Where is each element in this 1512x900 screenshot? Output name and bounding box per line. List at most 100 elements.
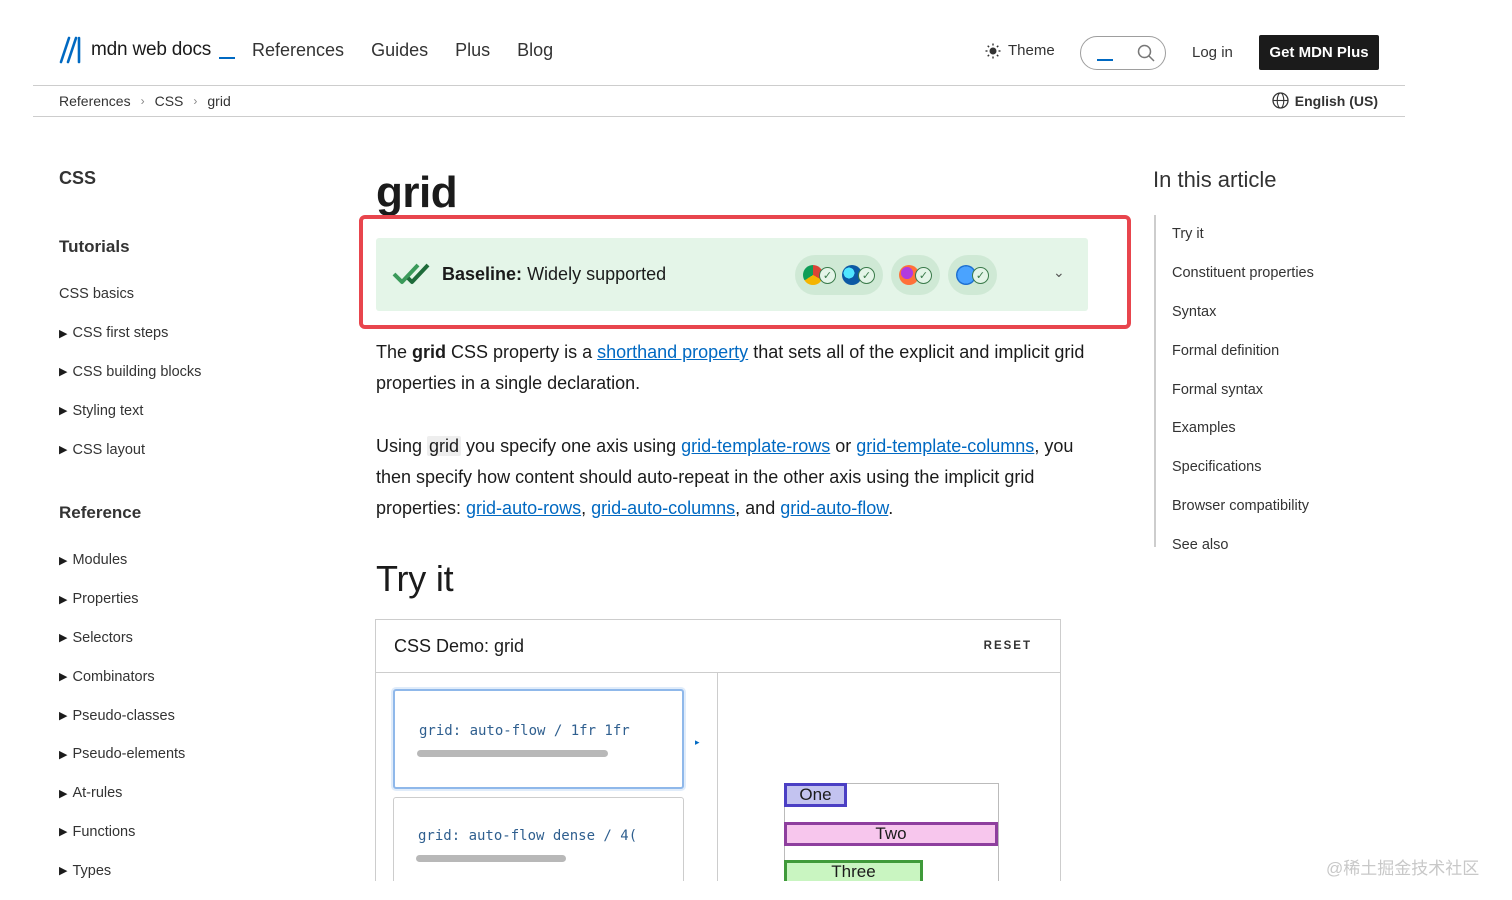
sidebar: CSS Tutorials CSS basics ▶ CSS first step… [59,168,319,890]
highlight-annotation-box [359,215,1131,329]
sidebar-item-functions[interactable]: ▶ Functions [59,813,319,852]
expand-triangle-icon: ▶ [59,787,68,800]
search-caret [1097,59,1113,61]
toc-item[interactable]: Specifications [1172,448,1354,487]
toc-item[interactable]: See also [1172,525,1354,564]
grid-item-two: Two [784,822,998,846]
link-grid-auto-rows[interactable]: grid-auto-rows [466,498,581,518]
mdn-logo[interactable]: mdn web docs [59,36,236,64]
selected-arrow-icon: ▸ [695,737,700,747]
chevron-right-icon: › [193,94,198,108]
sidebar-item-at-rules[interactable]: ▶ At-rules [59,774,319,813]
sidebar-item-combinators[interactable]: ▶ Combinators [59,657,319,696]
expand-triangle-icon: ▶ [59,593,68,606]
sidebar-item-label: Modules [72,552,128,569]
breadcrumb-references[interactable]: References [59,93,131,109]
get-mdn-plus-button[interactable]: Get MDN Plus [1259,35,1379,70]
inline-code: grid [427,436,462,456]
expand-triangle-icon: ▶ [59,405,68,418]
sidebar-item-label: Styling text [72,402,144,419]
expand-triangle-icon: ▶ [59,554,68,567]
toc-item[interactable]: Formal syntax [1172,370,1354,409]
grid-item-three: Three [784,860,923,881]
top-header: mdn web docs References Guides Plus Blog… [33,0,1405,86]
sidebar-item-pseudo-elements[interactable]: ▶ Pseudo-elements [59,735,319,774]
expand-triangle-icon: ▶ [59,671,68,684]
link-grid-template-columns[interactable]: grid-template-columns [856,436,1034,456]
logo-text: mdn web docs [91,39,212,60]
code-snippet: grid: auto-flow / 1fr 1fr [419,723,630,739]
breadcrumb: References › CSS › grid [59,93,231,109]
language-switcher[interactable]: English (US) [1272,92,1378,109]
breadcrumb-bar: References › CSS › grid English (US) [33,86,1405,117]
text: or [830,436,857,456]
expand-triangle-icon: ▶ [59,327,68,340]
sidebar-item-types[interactable]: ▶ Types [59,851,319,890]
sidebar-item-pseudo-classes[interactable]: ▶ Pseudo-classes [59,696,319,735]
toc-item[interactable]: Formal definition [1172,331,1354,370]
nav-references[interactable]: References [252,40,344,61]
expand-triangle-icon: ▶ [59,748,68,761]
sidebar-item-label: Pseudo-elements [72,746,186,763]
search-input[interactable] [1080,36,1166,70]
sidebar-item-label: Combinators [72,668,155,685]
theme-switcher[interactable]: Theme [985,42,1055,59]
intro-paragraph: The grid CSS property is a shorthand pro… [376,337,1086,399]
sidebar-item-css-building-blocks[interactable]: ▶ CSS building blocks [59,353,319,392]
code-snippet: grid: auto-flow dense / 4( [418,828,638,844]
text: The [376,342,413,362]
toc-item[interactable]: Browser compatibility [1172,487,1354,526]
nav-plus[interactable]: Plus [455,40,490,61]
link-grid-template-rows[interactable]: grid-template-rows [681,436,830,456]
sidebar-item-css-basics[interactable]: CSS basics [59,275,319,314]
scrollbar[interactable] [416,855,566,862]
text: CSS property is a [446,342,598,362]
nav-guides[interactable]: Guides [371,40,428,61]
sidebar-item-label: CSS basics [59,286,134,303]
table-of-contents: Try it Constituent properties Syntax For… [1154,215,1354,553]
text: you specify one axis using [461,436,682,456]
sidebar-item-styling-text[interactable]: ▶ Styling text [59,391,319,430]
sidebar-item-properties[interactable]: ▶ Properties [59,580,319,619]
toc-item[interactable]: Try it [1172,215,1354,254]
sidebar-item-css-layout[interactable]: ▶ CSS layout [59,430,319,469]
login-link[interactable]: Log in [1192,44,1233,61]
demo-title: CSS Demo: grid [394,636,525,656]
reset-button[interactable]: RESET [984,640,1032,652]
toc-item[interactable]: Examples [1172,409,1354,448]
link-shorthand-property[interactable]: shorthand property [597,342,748,362]
sidebar-item-label: CSS building blocks [72,363,202,380]
scrollbar[interactable] [417,750,608,757]
sidebar-item-label: CSS first steps [72,325,169,342]
sidebar-title: CSS [59,168,97,188]
language-label: English (US) [1294,92,1378,109]
toc-item[interactable]: Syntax [1172,293,1354,332]
logo-cursor [219,57,236,59]
text: Using [376,436,428,456]
sidebar-item-modules[interactable]: ▶ Modules [59,541,319,580]
expand-triangle-icon: ▶ [59,710,68,723]
demo-header: CSS Demo: grid RESET [376,620,1060,673]
mdn-logo-icon [59,36,81,64]
demo-option-selected[interactable]: grid: auto-flow / 1fr 1fr [393,689,684,789]
sidebar-item-css-first-steps[interactable]: ▶ CSS first steps [59,314,319,353]
breadcrumb-css[interactable]: CSS [155,93,184,109]
sun-icon [985,43,1001,58]
demo-option[interactable]: grid: auto-flow dense / 4( [393,797,684,881]
nav-blog[interactable]: Blog [517,40,553,61]
demo-options: grid: auto-flow / 1fr 1fr ▸ grid: auto-f… [376,673,718,881]
sidebar-item-label: Properties [72,591,139,608]
expand-triangle-icon: ▶ [59,826,68,839]
link-grid-auto-columns[interactable]: grid-auto-columns [591,498,735,518]
text: , and [735,498,781,518]
theme-label: Theme [1008,42,1055,59]
link-grid-auto-flow[interactable]: grid-auto-flow [780,498,888,518]
main-nav: References Guides Plus Blog [252,40,553,61]
sidebar-heading-tutorials: Tutorials [59,237,130,256]
toc-item[interactable]: Constituent properties [1172,254,1354,293]
expand-triangle-icon: ▶ [59,366,68,379]
sidebar-item-selectors[interactable]: ▶ Selectors [59,619,319,658]
breadcrumb-grid[interactable]: grid [207,93,230,109]
usage-paragraph: Using grid you specify one axis using gr… [376,431,1086,524]
search-icon [1137,44,1155,62]
